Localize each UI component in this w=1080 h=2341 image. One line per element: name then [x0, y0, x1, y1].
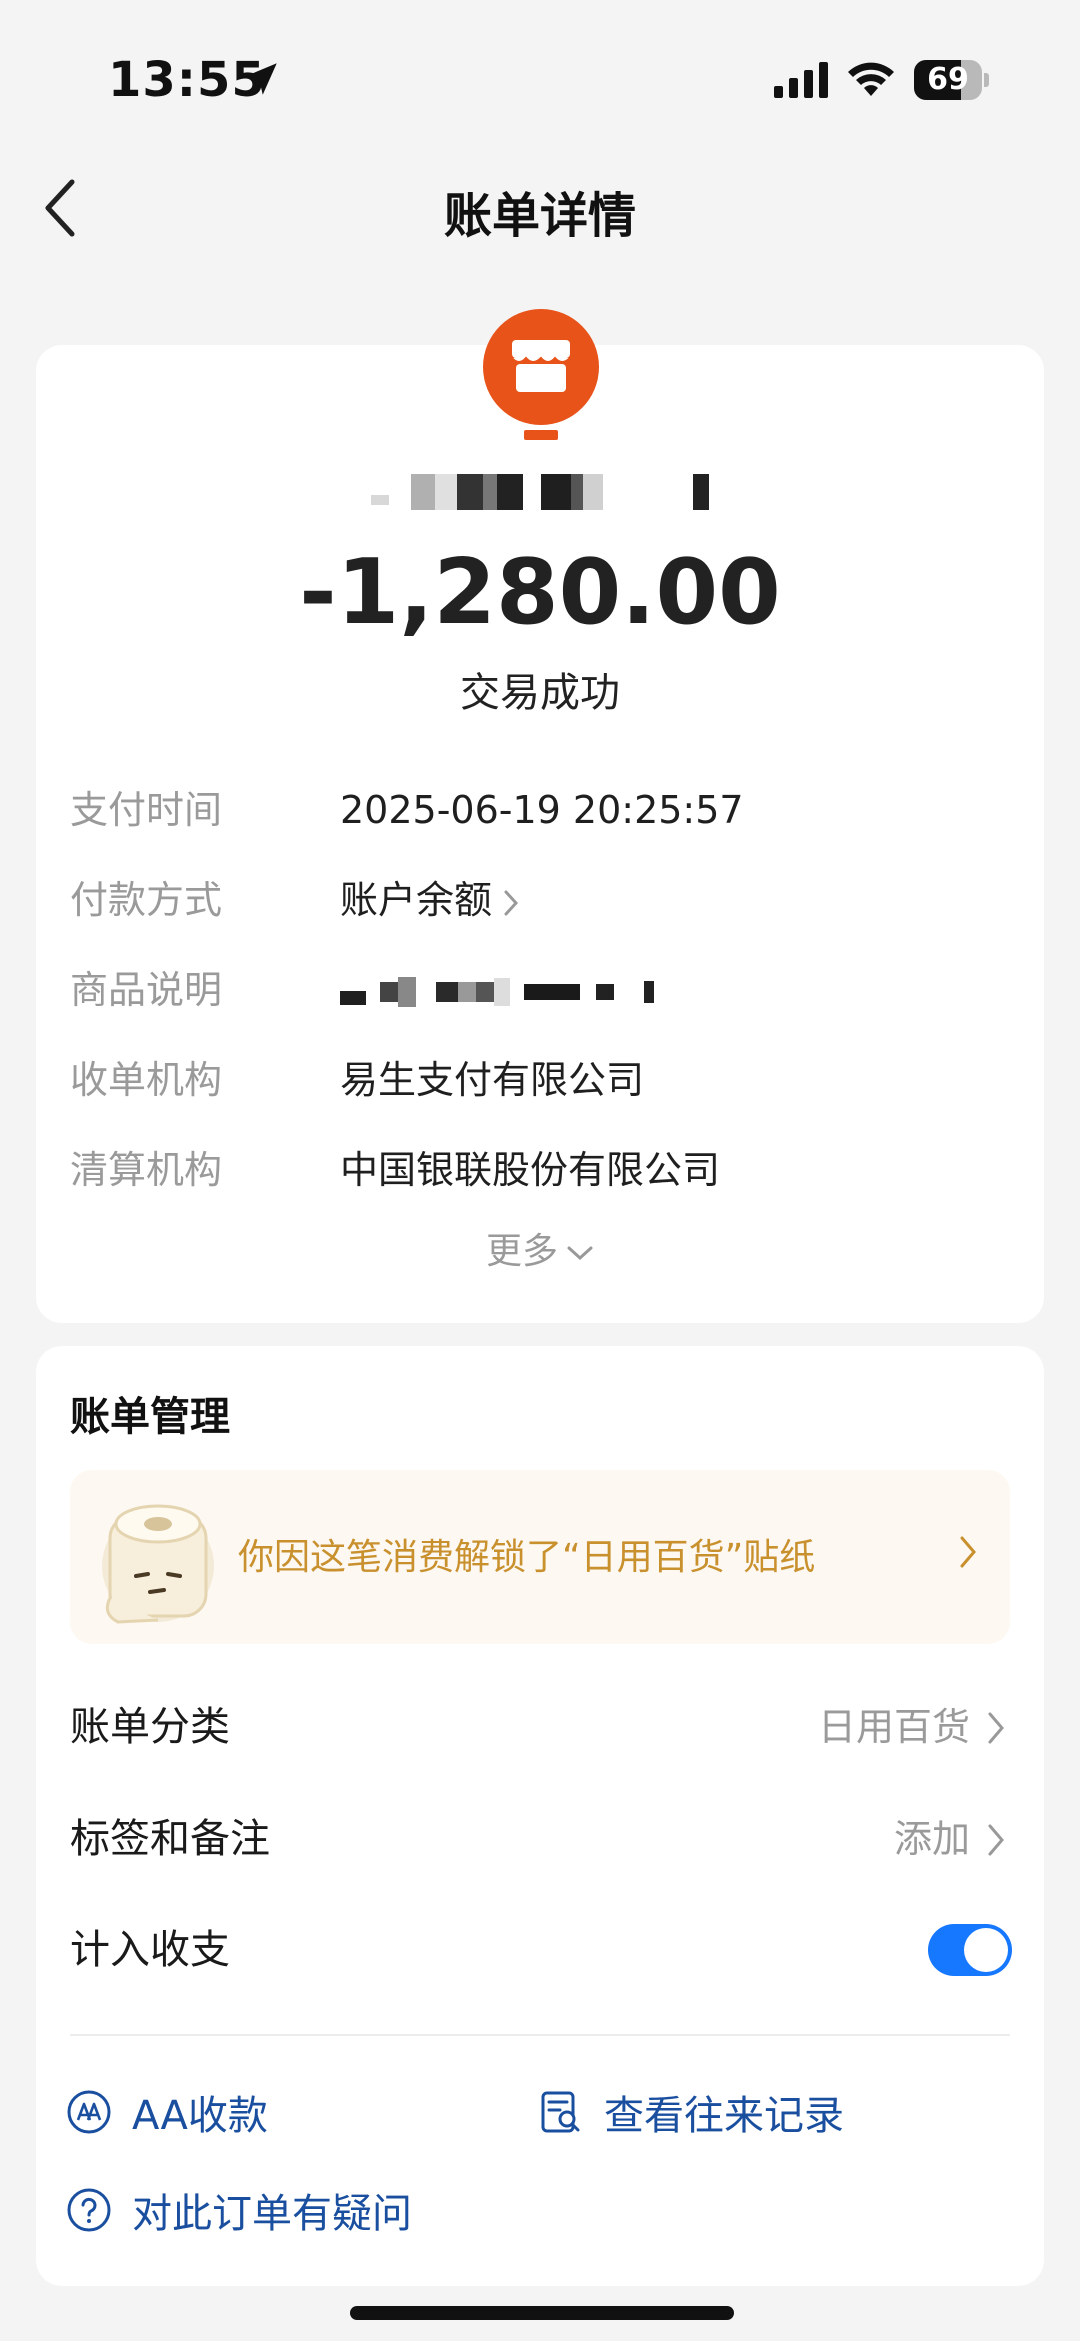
question-circle-icon	[67, 2188, 111, 2232]
home-indicator	[350, 2306, 734, 2320]
chevron-right-icon	[988, 1712, 1004, 1744]
tags-notes-label: 标签和备注	[70, 1816, 270, 1862]
battery-indicator: 69	[914, 60, 989, 100]
wifi-icon	[848, 62, 894, 96]
include-in-stats-toggle[interactable]	[928, 1924, 1012, 1976]
sticker-banner[interactable]: 你因这笔消费解锁了“日用百货”贴纸	[70, 1470, 1010, 1644]
detail-label: 清算机构	[70, 1148, 223, 1192]
chevron-down-icon	[567, 1246, 593, 1261]
detail-value-payment-method[interactable]: 账户余额	[340, 870, 520, 930]
divider	[70, 2034, 1010, 2036]
view-history-button[interactable]: 查看往来记录	[538, 2082, 844, 2142]
order-question-label: 对此订单有疑问	[132, 2191, 412, 2237]
merchant-name-redacted	[0, 470, 1080, 514]
include-in-stats-row: 计入收支	[70, 1915, 1014, 1985]
chevron-right-icon	[988, 1824, 1004, 1856]
detail-label: 商品说明	[70, 968, 223, 1012]
aa-icon	[67, 2090, 111, 2134]
more-button[interactable]: 更多	[0, 1222, 1080, 1274]
record-search-icon	[541, 2091, 580, 2133]
chevron-right-icon	[960, 1536, 976, 1568]
tags-notes-row[interactable]: 标签和备注 添加	[70, 1804, 1014, 1874]
more-label: 更多	[485, 1231, 558, 1272]
toggle-knob	[964, 1928, 1008, 1972]
detail-row-clearing: 清算机构 中国银联股份有限公司	[70, 1140, 1030, 1200]
view-history-label: 查看往来记录	[604, 2093, 844, 2139]
shop-icon	[483, 309, 599, 440]
cellular-signal-icon	[774, 62, 828, 98]
bill-category-label: 账单分类	[70, 1704, 230, 1750]
aa-collect-button[interactable]: AA收款	[66, 2082, 268, 2142]
detail-row-acquirer: 收单机构 易生支付有限公司	[70, 1050, 1030, 1110]
product-desc-redacted	[340, 970, 654, 1014]
include-in-stats-label: 计入收支	[70, 1927, 230, 1973]
location-arrow-icon	[245, 63, 277, 95]
detail-value: 2025-06-19 20:25:57	[340, 788, 744, 832]
transaction-amount: -1,280.00	[299, 540, 781, 645]
order-question-button[interactable]: 对此订单有疑问	[66, 2180, 412, 2240]
section-title: 账单管理	[70, 1394, 230, 1440]
bill-category-value: 日用百货	[817, 1705, 970, 1749]
payment-method-text: 账户余额	[340, 878, 493, 922]
page-title: 账单详情	[443, 188, 636, 244]
toilet-paper-sticker-icon	[102, 1504, 214, 1624]
detail-value: 易生支付有限公司	[340, 1058, 645, 1102]
detail-label: 付款方式	[70, 878, 223, 922]
tags-notes-value: 添加	[893, 1817, 970, 1861]
status-bar: 13:55 69	[0, 0, 1080, 150]
detail-label: 收单机构	[70, 1058, 223, 1102]
detail-label: 支付时间	[70, 788, 223, 832]
battery-percent: 69	[927, 62, 969, 97]
chevron-right-icon	[504, 890, 519, 915]
detail-row-pay-time: 支付时间 2025-06-19 20:25:57	[70, 780, 1030, 840]
transaction-status: 交易成功	[460, 670, 620, 716]
detail-value: 中国银联股份有限公司	[340, 1148, 721, 1192]
bill-category-row[interactable]: 账单分类 日用百货	[70, 1692, 1014, 1762]
aa-collect-label: AA收款	[132, 2093, 268, 2139]
detail-row-product-desc: 商品说明	[70, 960, 1030, 1020]
sticker-banner-text: 你因这笔消费解锁了“日用百货”贴纸	[238, 1537, 816, 1578]
detail-row-payment-method[interactable]: 付款方式 账户余额	[70, 870, 1030, 930]
